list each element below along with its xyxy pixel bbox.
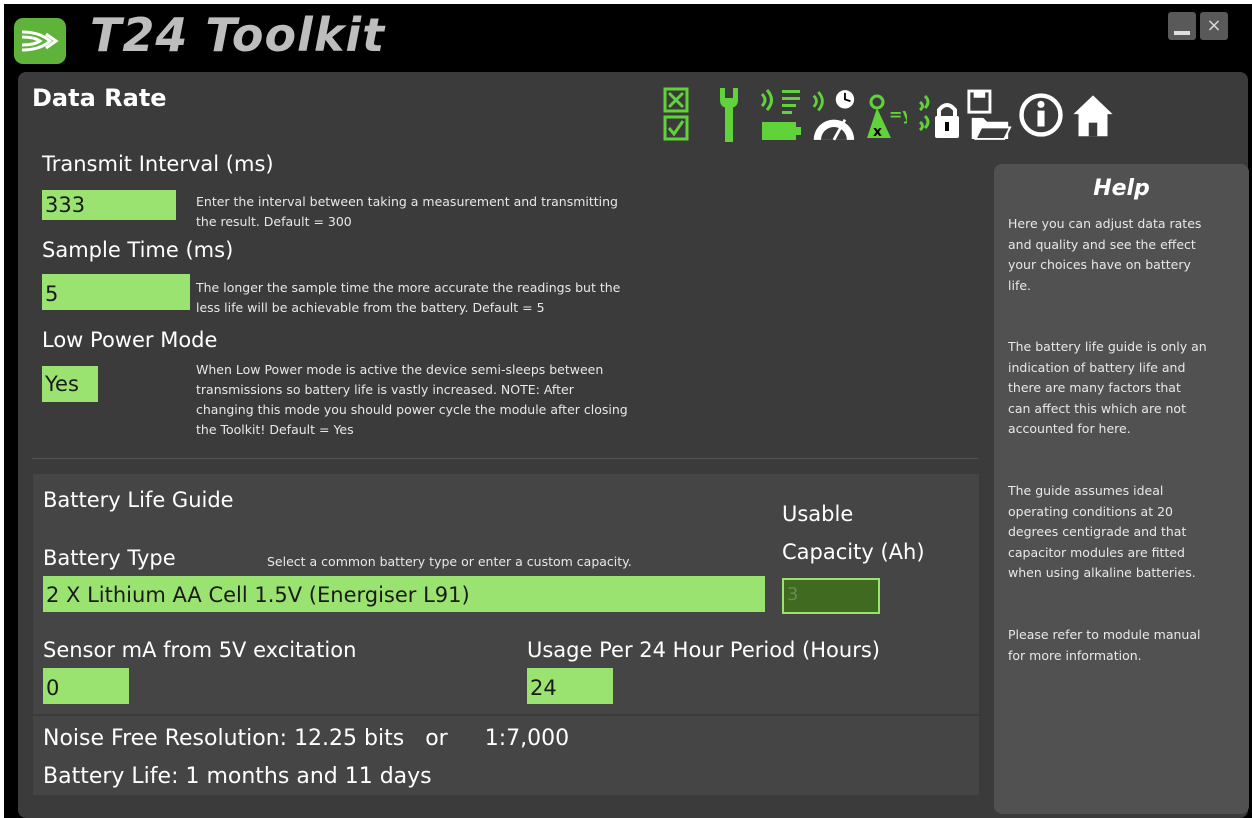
wireless-lock-icon[interactable]	[914, 84, 960, 146]
noise-free-resolution-ratio: 1:7,000	[484, 726, 570, 751]
speedometer-icon[interactable]	[810, 84, 856, 146]
transmit-interval-help: Enter the interval between taking a meas…	[196, 194, 618, 229]
app-logo-icon	[14, 18, 66, 64]
checklist-icon[interactable]	[654, 84, 700, 146]
scaling-icon[interactable]: x =y	[862, 84, 908, 146]
help-paragraph-2: The battery life guide is only an indica…	[1008, 339, 1207, 436]
low-power-mode-label: Low Power Mode	[42, 328, 218, 352]
close-button[interactable]: ×	[1200, 12, 1228, 40]
battery-life-guide-section: Battery Life Guide Battery Type Select a…	[33, 474, 979, 795]
title-bar[interactable]: T24 Toolkit ×	[4, 4, 1252, 70]
battery-type-label: Battery Type	[43, 546, 176, 570]
battery-life-label: Battery Life:	[43, 764, 179, 789]
minimize-button[interactable]	[1168, 12, 1196, 40]
battery-life-guide-title: Battery Life Guide	[43, 488, 234, 512]
minimize-icon	[1174, 31, 1190, 35]
save-open-icon[interactable]	[966, 84, 1012, 146]
app-title: T24 Toolkit	[90, 8, 386, 62]
noise-or-text: or	[425, 726, 448, 751]
noise-free-resolution: Noise Free Resolution: 12.25 bits or 1:7…	[43, 726, 569, 751]
sensor-ma-input[interactable]: 0	[43, 668, 129, 704]
battery-type-hint: Select a common battery type or enter a …	[267, 554, 632, 569]
usable-capacity-label-line2: Capacity (Ah)	[782, 540, 925, 564]
noise-free-resolution-bits: 12.25 bits	[294, 726, 405, 751]
battery-life-value: 1 months and 11 days	[185, 764, 432, 789]
transmit-interval-label: Transmit Interval (ms)	[42, 152, 274, 176]
battery-type-select[interactable]: 2 X Lithium AA Cell 1.5V (Energiser L91)	[43, 576, 765, 612]
svg-text:x: x	[873, 124, 882, 140]
home-icon[interactable]	[1070, 84, 1116, 146]
usage-per-day-input[interactable]: 24	[527, 668, 613, 704]
help-panel: Help Here you can adjust data rates and …	[994, 164, 1249, 814]
low-power-mode-help: When Low Power mode is active the device…	[196, 362, 628, 437]
toolbar: x =y	[654, 80, 1116, 150]
battery-life-result: Battery Life: 1 months and 11 days	[43, 764, 432, 789]
usage-per-day-label: Usage Per 24 Hour Period (Hours)	[527, 638, 880, 662]
app-window: T24 Toolkit × Data Rate x =y	[4, 4, 1252, 818]
wrench-icon[interactable]	[706, 84, 752, 146]
sample-time-input[interactable]: 5	[42, 274, 190, 310]
divider	[32, 458, 978, 459]
usable-capacity-input[interactable]: 3	[782, 578, 880, 614]
transmit-interval-input[interactable]: 333	[42, 190, 176, 220]
sample-time-label: Sample Time (ms)	[42, 238, 234, 262]
help-title: Help	[1093, 176, 1150, 201]
wireless-battery-icon[interactable]	[758, 84, 804, 146]
page-title: Data Rate	[32, 84, 167, 112]
divider	[33, 714, 979, 716]
sensor-ma-label: Sensor mA from 5V excitation	[43, 638, 357, 662]
svg-text:=y: =y	[889, 105, 907, 124]
help-paragraph-1: Here you can adjust data rates and quali…	[1008, 216, 1202, 293]
noise-free-resolution-label: Noise Free Resolution:	[43, 726, 288, 751]
info-icon[interactable]	[1018, 84, 1064, 146]
sample-time-help: The longer the sample time the more accu…	[196, 280, 621, 315]
help-paragraph-4: Please refer to module manual for more i…	[1008, 627, 1201, 663]
low-power-mode-select[interactable]: Yes	[42, 366, 98, 402]
usable-capacity-label-line1: Usable	[782, 502, 854, 526]
help-paragraph-3: The guide assumes ideal operating condit…	[1008, 483, 1196, 580]
main-panel: Data Rate x =y	[18, 72, 1249, 818]
